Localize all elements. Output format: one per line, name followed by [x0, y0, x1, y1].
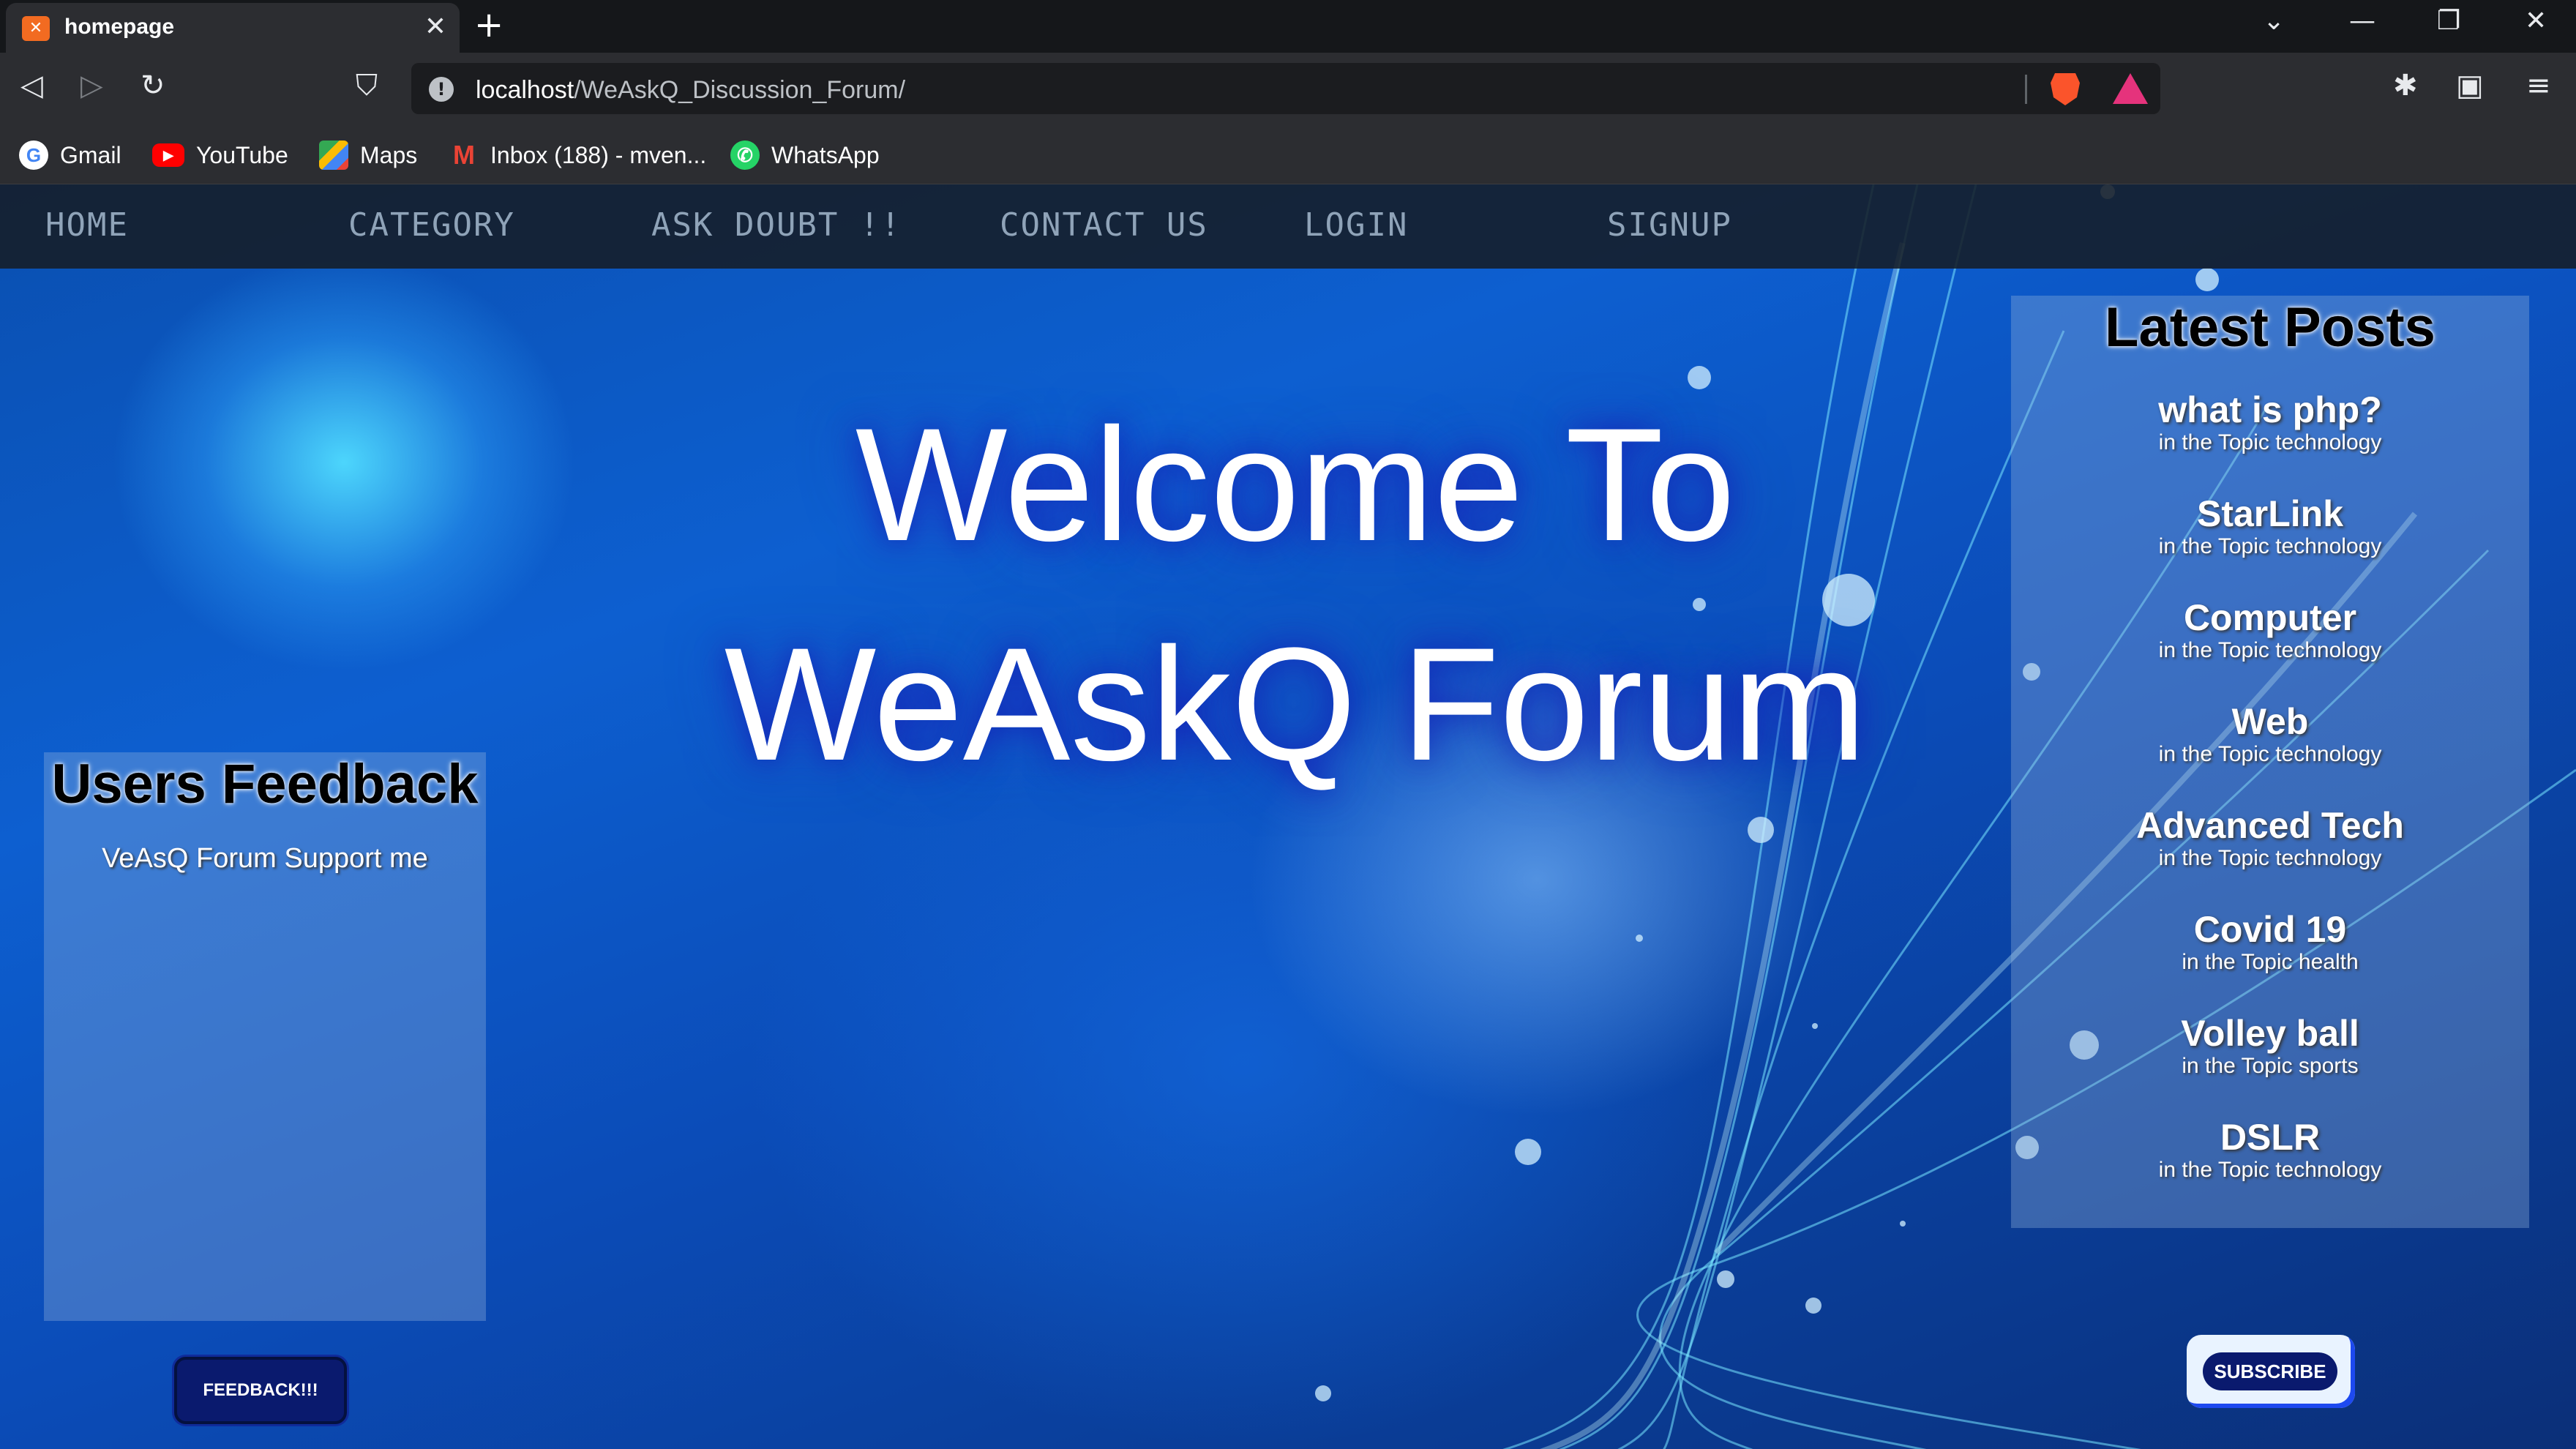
- reload-icon[interactable]: ↻: [141, 69, 165, 102]
- bookmark-label: Inbox (188) - mven...: [490, 141, 707, 168]
- welcome-line-1: Welcome To: [855, 394, 1736, 574]
- site-info-icon[interactable]: !: [429, 77, 454, 102]
- xampp-icon: ✕: [22, 16, 50, 41]
- post-topic: in the Topic technology: [2158, 1158, 2382, 1182]
- close-window-icon[interactable]: ✕: [2525, 6, 2547, 36]
- post-title[interactable]: Covid 19: [2011, 909, 2529, 950]
- nav-contact-link[interactable]: CONTACT US: [1000, 206, 1208, 244]
- url-path: /WeAskQ_Discussion_Forum/: [574, 76, 906, 104]
- post-item[interactable]: Advanced Tech in the Topic technology: [2011, 805, 2529, 871]
- bookmark-label: Gmail: [60, 141, 121, 168]
- menu-icon[interactable]: ≡: [2526, 69, 2551, 102]
- wallet-icon[interactable]: ▣: [2456, 69, 2484, 102]
- latest-posts-panel: Latest Posts what is php? in the Topic t…: [2011, 296, 2529, 1228]
- close-tab-icon[interactable]: ✕: [424, 12, 446, 42]
- bookmark-maps[interactable]: Maps: [319, 135, 417, 176]
- minimize-icon[interactable]: —: [2349, 6, 2375, 36]
- feedback-button[interactable]: FEEDBACK!!!: [174, 1357, 347, 1424]
- welcome-heading: Welcome To WeAskQ Forum: [571, 375, 2020, 814]
- nav-home-link[interactable]: HOME: [45, 206, 129, 244]
- nav-ask-doubt-link[interactable]: ASK DOUBT !!: [651, 206, 902, 244]
- post-item[interactable]: Covid 19 in the Topic health: [2011, 909, 2529, 975]
- bookmark-inbox[interactable]: M Inbox (188) - mven...: [449, 135, 706, 176]
- post-title[interactable]: Web: [2011, 701, 2529, 742]
- bookmark-icon[interactable]: ⛉: [356, 69, 378, 102]
- post-topic: in the Topic sports: [2182, 1054, 2359, 1078]
- post-title[interactable]: DSLR: [2011, 1117, 2529, 1158]
- subscribe-label[interactable]: SUBSCRIBE: [2203, 1352, 2337, 1390]
- tab-title: homepage: [64, 15, 175, 39]
- url-host: localhost: [476, 76, 574, 104]
- post-item[interactable]: DSLR in the Topic technology: [2011, 1117, 2529, 1183]
- address-bar[interactable]: ! localhost/WeAskQ_Discussion_Forum/: [411, 63, 2160, 114]
- bookmark-label: YouTube: [196, 141, 288, 168]
- page-viewport: HOME CATEGORY ASK DOUBT !! CONTACT US LO…: [0, 184, 2576, 1449]
- welcome-line-2: WeAskQ Forum: [724, 614, 1867, 794]
- latest-posts-title: Latest Posts: [2105, 296, 2435, 359]
- brave-shields-icon[interactable]: [2051, 73, 2080, 105]
- post-topic: in the Topic technology: [2158, 742, 2382, 766]
- whatsapp-icon: ✆: [730, 141, 760, 170]
- restore-icon[interactable]: ❐: [2437, 6, 2460, 36]
- brave-rewards-icon[interactable]: [2113, 73, 2148, 104]
- bookmark-gmail[interactable]: G Gmail: [19, 135, 121, 176]
- extensions-icon[interactable]: ✱: [2393, 69, 2418, 102]
- post-item[interactable]: Volley ball in the Topic sports: [2011, 1013, 2529, 1079]
- tab-strip: ✕ homepage ✕ + ⌄ — ❐ ✕: [0, 0, 2576, 53]
- tab-search-icon[interactable]: ⌄: [2263, 6, 2285, 36]
- post-title[interactable]: Advanced Tech: [2011, 805, 2529, 846]
- youtube-icon: ▶: [152, 143, 184, 167]
- bookmark-whatsapp[interactable]: ✆ WhatsApp: [730, 135, 880, 176]
- forward-icon[interactable]: ▷: [80, 69, 103, 102]
- post-topic: in the Topic technology: [2158, 846, 2382, 870]
- post-title[interactable]: StarLink: [2011, 493, 2529, 534]
- omnibox-divider: [2025, 75, 2027, 104]
- bookmark-label: WhatsApp: [771, 141, 880, 168]
- nav-signup-link[interactable]: SIGNUP: [1607, 206, 1732, 244]
- new-tab-button[interactable]: +: [474, 7, 503, 42]
- users-feedback-panel: Users Feedback VeAsQ Forum Support me: [44, 752, 486, 1321]
- post-topic: in the Topic technology: [2158, 638, 2382, 662]
- post-topic: in the Topic health: [2182, 950, 2359, 974]
- site-navbar: HOME CATEGORY ASK DOUBT !! CONTACT US LO…: [0, 184, 2576, 269]
- nav-login-link[interactable]: LOGIN: [1304, 206, 1408, 244]
- google-icon: G: [19, 141, 48, 170]
- post-title[interactable]: Computer: [2011, 597, 2529, 638]
- post-title[interactable]: Volley ball: [2011, 1013, 2529, 1054]
- bookmark-youtube[interactable]: ▶ YouTube: [152, 135, 288, 176]
- gmail-icon: M: [453, 140, 475, 170]
- browser-tab[interactable]: ✕ homepage ✕: [6, 3, 460, 53]
- bookmarks-bar: G Gmail ▶ YouTube Maps M Inbox (188) - m…: [0, 126, 2576, 184]
- subscribe-button[interactable]: SUBSCRIBE: [2187, 1335, 2355, 1408]
- browser-toolbar: ◁ ▷ ↻ ⛉ ! localhost/WeAskQ_Discussion_Fo…: [0, 53, 2576, 126]
- post-item[interactable]: what is php? in the Topic technology: [2011, 389, 2529, 455]
- post-item[interactable]: StarLink in the Topic technology: [2011, 493, 2529, 559]
- post-topic: in the Topic technology: [2158, 534, 2382, 558]
- bookmark-label: Maps: [360, 141, 418, 168]
- maps-icon: [319, 141, 348, 170]
- post-topic: in the Topic technology: [2158, 430, 2382, 454]
- back-icon[interactable]: ◁: [20, 69, 43, 102]
- post-item[interactable]: Web in the Topic technology: [2011, 701, 2529, 767]
- post-title[interactable]: what is php?: [2011, 389, 2529, 430]
- feedback-item: VeAsQ Forum Support me: [102, 843, 428, 874]
- nav-category-link[interactable]: CATEGORY: [348, 206, 515, 244]
- users-feedback-title: Users Feedback: [51, 753, 479, 815]
- url-text[interactable]: localhost/WeAskQ_Discussion_Forum/: [476, 76, 905, 105]
- browser-chrome: ✕ homepage ✕ + ⌄ — ❐ ✕ ◁ ▷ ↻ ⛉ ! localho…: [0, 0, 2576, 184]
- post-item[interactable]: Computer in the Topic technology: [2011, 597, 2529, 663]
